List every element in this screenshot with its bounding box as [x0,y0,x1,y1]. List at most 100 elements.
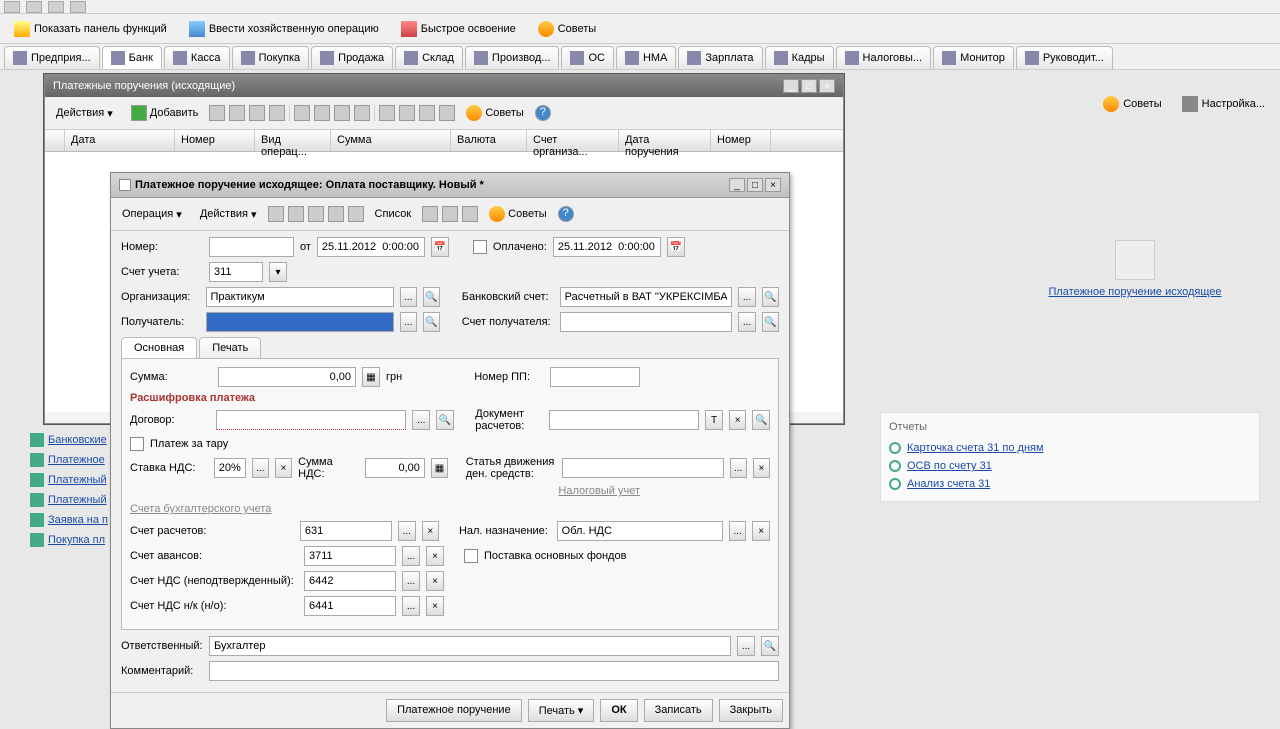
actions-menu[interactable]: Действия ▾ [49,103,120,124]
column-header[interactable]: Дата [65,130,175,151]
toolbar-icon[interactable] [462,206,478,222]
paid-checkbox[interactable] [473,240,487,254]
module-tab[interactable]: Предприя... [4,46,100,69]
acc2-input[interactable] [304,546,396,566]
toolbar-icon[interactable] [308,206,324,222]
module-tab[interactable]: Кадры [765,46,834,69]
ellipsis-icon[interactable]: ... [730,458,747,478]
toolbar-icon[interactable] [288,206,304,222]
column-header[interactable]: Вид операц... [255,130,331,151]
toolbar-icon[interactable] [229,105,245,121]
module-tab[interactable]: Касса [164,46,230,69]
pp-input[interactable] [550,367,640,387]
ellipsis-icon[interactable]: ... [402,546,420,566]
enter-operation-button[interactable]: Ввести хозяйственную операцию [183,18,385,40]
calc-icon[interactable]: ▦ [362,367,380,387]
doc-input[interactable] [549,410,699,430]
tips-button[interactable]: Советы [459,101,530,125]
acc4-input[interactable] [304,596,396,616]
flow-input[interactable] [562,458,724,478]
ellipsis-icon[interactable]: ... [737,636,755,656]
search-icon[interactable]: 🔍 [423,312,440,332]
toolbar-icon[interactable] [348,206,364,222]
module-tab[interactable]: НМА [616,46,676,69]
payee-input[interactable] [206,312,394,332]
calendar-icon[interactable]: 📅 [431,237,449,257]
column-header[interactable] [45,130,65,151]
report-link[interactable]: Карточка счета 31 по дням [889,439,1251,457]
vat-rate-input[interactable] [214,458,246,478]
report-link[interactable]: Анализ счета 31 [889,475,1251,493]
date-paid-input[interactable] [553,237,661,257]
clear-icon[interactable]: × [426,596,444,616]
tab-print[interactable]: Печать [199,337,261,358]
toolbar-icon[interactable] [249,105,265,121]
clear-icon[interactable]: × [422,521,440,541]
setup-button[interactable]: Настройка... [1175,92,1272,116]
search-icon[interactable]: 🔍 [423,287,440,307]
vat-purpose-input[interactable] [557,521,723,541]
module-tab[interactable]: Руководит... [1016,46,1113,69]
module-tab[interactable]: Продажа [311,46,393,69]
toolbar-icon[interactable] [442,206,458,222]
module-tab[interactable]: Монитор [933,46,1014,69]
tare-checkbox[interactable] [130,437,144,451]
close-icon[interactable]: × [819,79,835,93]
toolbar-icon[interactable] [70,1,86,13]
toolbar-icon[interactable] [48,1,64,13]
module-tab[interactable]: Склад [395,46,463,69]
tips-button-right[interactable]: Советы [1096,92,1168,116]
toolbar-icon[interactable] [439,105,455,121]
calendar-icon[interactable]: 📅 [667,237,685,257]
clear-icon[interactable]: × [426,571,444,591]
toolbar-icon[interactable] [269,105,285,121]
search-icon[interactable]: 🔍 [436,410,454,430]
comment-input[interactable] [209,661,779,681]
column-header[interactable]: Валюта [451,130,527,151]
maximize-icon[interactable]: □ [747,178,763,192]
toolbar-icon[interactable] [379,105,395,121]
supply-checkbox[interactable] [464,549,478,563]
toolbar-icon[interactable] [334,105,350,121]
clear-icon[interactable]: × [752,521,770,541]
toolbar-icon[interactable] [399,105,415,121]
toolbar-icon[interactable] [268,206,284,222]
ellipsis-icon[interactable]: ... [412,410,430,430]
account-input[interactable] [209,262,263,282]
doc-type-link[interactable]: Платежное поручение исходящее [1010,286,1260,298]
vat-sum-input[interactable] [365,458,425,478]
t-icon[interactable]: T [705,410,723,430]
toolbar-icon[interactable] [422,206,438,222]
column-header[interactable]: Счет организа... [527,130,619,151]
show-panel-button[interactable]: Показать панель функций [8,18,173,40]
tab-main[interactable]: Основная [121,337,197,358]
clear-icon[interactable]: × [275,458,292,478]
module-tab[interactable]: Банк [102,46,162,69]
ellipsis-icon[interactable]: ... [729,521,747,541]
quick-start-button[interactable]: Быстрое освоение [395,18,522,40]
column-header[interactable]: Номер [711,130,771,151]
module-tab[interactable]: Зарплата [678,46,762,69]
save-button[interactable]: Записать [644,699,713,722]
ellipsis-icon[interactable]: ... [252,458,269,478]
number-input[interactable] [209,237,294,257]
minimize-icon[interactable]: _ [783,79,799,93]
ellipsis-icon[interactable]: ... [738,287,755,307]
org-input[interactable] [206,287,394,307]
module-tab[interactable]: ОС [561,46,614,69]
toolbar-icon[interactable] [328,206,344,222]
ellipsis-icon[interactable]: ... [400,287,417,307]
date-from-input[interactable] [317,237,425,257]
add-button[interactable]: Добавить [124,101,206,125]
clear-icon[interactable]: × [753,458,770,478]
contract-input[interactable] [216,410,407,430]
acc3-input[interactable] [304,571,396,591]
ellipsis-icon[interactable]: ... [402,571,420,591]
toolbar-icon[interactable] [354,105,370,121]
sum-input[interactable] [218,367,356,387]
chevron-down-icon[interactable]: ▾ [269,262,287,282]
toolbar-icon[interactable] [209,105,225,121]
module-tab[interactable]: Производ... [465,46,560,69]
search-icon[interactable]: 🔍 [762,287,779,307]
minimize-icon[interactable]: _ [729,178,745,192]
